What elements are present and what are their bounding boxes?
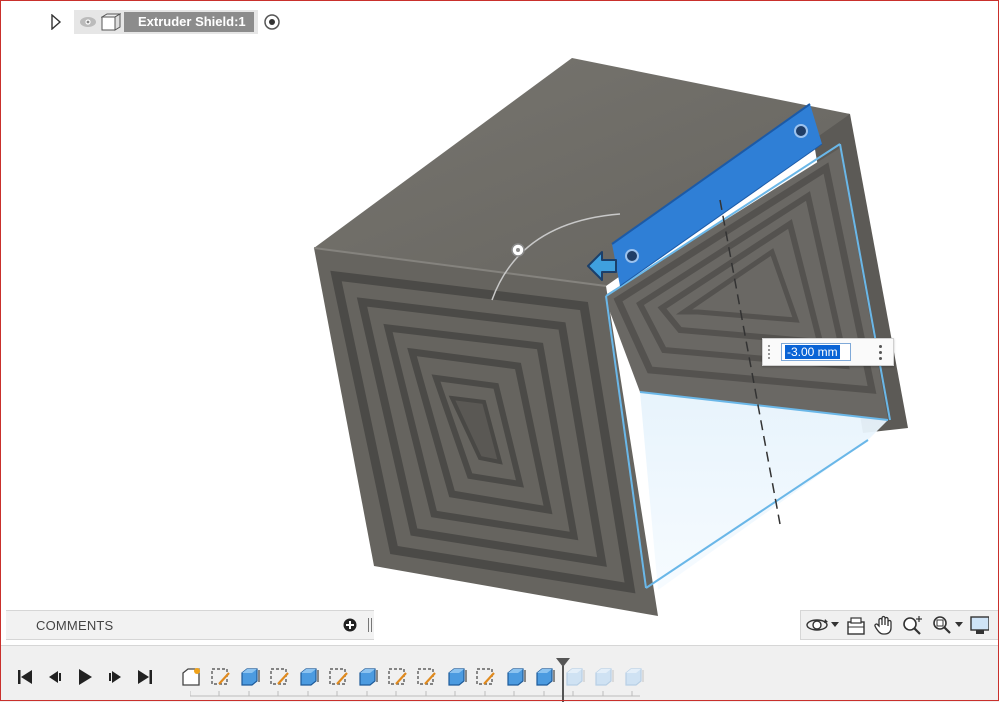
timeline-sketch-feature-icon[interactable] <box>473 666 499 688</box>
look-at-icon[interactable] <box>845 612 867 638</box>
comments-label: COMMENTS <box>36 617 114 633</box>
distance-value[interactable]: -3.00 mm <box>785 345 840 359</box>
drag-grip-icon[interactable] <box>763 339 775 365</box>
comments-panel: COMMENTS <box>6 610 374 640</box>
step-back-icon[interactable] <box>42 664 68 690</box>
timeline-ruler <box>190 691 640 697</box>
timeline-sketch-feature-icon[interactable] <box>178 666 204 688</box>
selected-face-preview <box>640 392 888 590</box>
component-name: Extruder Shield:1 <box>124 12 254 32</box>
timeline-bar <box>0 645 999 702</box>
zoom-icon[interactable] <box>901 612 925 638</box>
more-options-icon[interactable] <box>875 342 885 362</box>
timeline-sketch-feature-icon[interactable] <box>267 666 293 688</box>
dimension-input-box: -3.00 mm <box>762 338 894 366</box>
timeline-extrude-feature-icon[interactable] <box>503 666 529 688</box>
timeline-extrude-feature-icon[interactable] <box>237 666 263 688</box>
component-chip[interactable]: Extruder Shield:1 <box>74 10 258 34</box>
timeline-extrude-feature-icon[interactable] <box>591 666 617 688</box>
panel-grip-icon[interactable] <box>364 615 372 635</box>
orbit-icon[interactable] <box>805 612 829 638</box>
timeline-sketch-feature-icon[interactable] <box>385 666 411 688</box>
timeline-extrude-feature-icon[interactable] <box>296 666 322 688</box>
zoom-dropdown-icon[interactable] <box>955 612 963 638</box>
pan-icon[interactable] <box>873 612 895 638</box>
browser-component-row: Extruder Shield:1 <box>48 10 282 34</box>
orbit-dropdown-icon[interactable] <box>831 612 839 638</box>
add-comment-icon[interactable] <box>342 617 358 633</box>
visibility-eye-icon[interactable] <box>78 12 98 32</box>
step-forward-icon[interactable] <box>102 664 128 690</box>
play-icon[interactable] <box>72 664 98 690</box>
fit-zoom-icon[interactable] <box>931 612 953 638</box>
go-to-end-icon[interactable] <box>132 664 158 690</box>
model-canvas[interactable] <box>0 0 999 640</box>
display-settings-icon[interactable] <box>969 612 989 638</box>
timeline-extrude-feature-icon[interactable] <box>621 666 647 688</box>
timeline-sketch-feature-icon[interactable] <box>326 666 352 688</box>
canvas-viewport[interactable] <box>0 0 999 640</box>
timeline-sketch-feature-icon[interactable] <box>414 666 440 688</box>
component-icon <box>100 12 122 32</box>
timeline-controls <box>12 664 162 690</box>
activate-component-radio-icon[interactable] <box>262 12 282 32</box>
navigation-bar <box>800 610 999 640</box>
timeline-features <box>178 666 650 688</box>
expand-caret-icon[interactable] <box>48 12 64 32</box>
timeline-extrude-feature-icon[interactable] <box>444 666 470 688</box>
timeline-extrude-feature-icon[interactable] <box>355 666 381 688</box>
timeline-marker[interactable] <box>555 658 571 702</box>
distance-input[interactable]: -3.00 mm <box>781 343 851 361</box>
timeline-sketch-feature-icon[interactable] <box>208 666 234 688</box>
go-to-start-icon[interactable] <box>12 664 38 690</box>
